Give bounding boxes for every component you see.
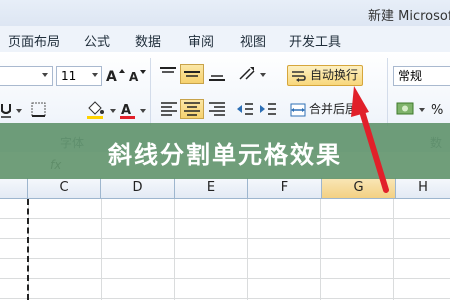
merge-center-label: 合并后居: [309, 102, 358, 116]
accounting-format-button[interactable]: [395, 99, 417, 119]
font-size-value: 11: [61, 69, 77, 83]
decrease-font-icon: A: [129, 70, 146, 84]
chevron-down-icon: [419, 108, 425, 112]
wrap-text-button[interactable]: 自动换行: [287, 65, 363, 86]
increase-indent-button[interactable]: [257, 99, 279, 119]
window-title: 新建 Microsof: [368, 9, 450, 24]
chevron-down-icon: [92, 73, 98, 77]
borders-icon: [31, 102, 46, 117]
number-format-value: 常规: [398, 69, 423, 83]
column-header-d[interactable]: D: [101, 178, 175, 198]
percent-icon: %: [431, 103, 443, 118]
wrap-text-icon: [292, 71, 306, 82]
chevron-down-icon: [260, 73, 266, 77]
accounting-format-dropdown[interactable]: [417, 99, 427, 119]
svg-text:%: %: [431, 103, 443, 118]
align-right-icon: [209, 102, 225, 116]
ribbon-tabs: 页面布局 公式 数据 审阅 视图 开发工具: [0, 26, 450, 53]
font-color-icon: A: [120, 103, 135, 119]
font-name-dropdown[interactable]: [0, 66, 53, 86]
svg-text:A: A: [129, 70, 139, 84]
title-bar: 新建 Microsof: [0, 0, 450, 26]
underline-icon: [1, 104, 11, 118]
underline-dropdown[interactable]: [14, 100, 24, 120]
tab-developer[interactable]: 开发工具: [289, 31, 341, 50]
caption-banner: 斜线分割单元格效果: [0, 123, 450, 179]
tab-view[interactable]: 视图: [240, 31, 266, 50]
svg-text:A: A: [106, 69, 117, 85]
group-separator: [150, 58, 151, 126]
tab-formulas[interactable]: 公式: [84, 31, 110, 50]
number-format-dropdown[interactable]: 常规: [393, 66, 450, 86]
decrease-font-button[interactable]: A: [126, 65, 148, 85]
align-middle-icon: [184, 71, 200, 77]
increase-font-icon: A: [106, 69, 125, 85]
merge-center-button[interactable]: 合并后居: [287, 99, 357, 120]
currency-icon: [396, 102, 414, 115]
tab-review[interactable]: 审阅: [188, 31, 214, 50]
align-left-icon: [161, 102, 177, 116]
decrease-indent-button[interactable]: [234, 99, 256, 119]
increase-font-button[interactable]: A: [104, 65, 126, 85]
fill-color-dropdown[interactable]: [108, 100, 118, 120]
borders-button[interactable]: [30, 100, 48, 120]
increase-indent-icon: [260, 103, 276, 115]
orientation-icon: [239, 67, 255, 80]
align-bottom-icon: [209, 75, 225, 81]
chevron-down-icon: [16, 109, 22, 113]
underline-button[interactable]: [0, 100, 12, 120]
font-color-dropdown[interactable]: [138, 100, 148, 120]
banner-text: 斜线分割单元格效果: [108, 141, 342, 169]
font-color-button[interactable]: A: [118, 100, 138, 120]
column-header-f[interactable]: F: [248, 178, 322, 198]
decrease-indent-icon: [237, 103, 253, 115]
page-break-line: [27, 199, 29, 300]
svg-text:A: A: [121, 103, 131, 118]
group-separator: [387, 58, 388, 126]
column-header-e[interactable]: E: [175, 178, 248, 198]
merge-cells-icon: [290, 103, 306, 117]
paint-bucket-icon: [87, 101, 104, 119]
wrap-text-label: 自动换行: [310, 68, 359, 82]
fill-color-button[interactable]: [84, 100, 108, 120]
chevron-down-icon: [110, 109, 116, 113]
align-left-button[interactable]: [158, 99, 180, 119]
align-center-icon: [184, 102, 200, 116]
column-header-h[interactable]: H: [396, 178, 450, 198]
cell-grid[interactable]: [0, 199, 450, 300]
chevron-down-icon: [140, 109, 146, 113]
tab-page-layout[interactable]: 页面布局: [8, 31, 60, 50]
align-right-button[interactable]: [206, 99, 228, 119]
percent-style-button[interactable]: %: [430, 99, 446, 119]
ribbon: 11 A A A 自动换行 合并后居 常规 %: [0, 52, 450, 131]
orientation-button[interactable]: [236, 64, 258, 84]
align-middle-button[interactable]: [180, 64, 204, 84]
column-header-g[interactable]: G: [322, 178, 396, 198]
align-top-icon: [160, 67, 176, 73]
font-size-dropdown[interactable]: 11: [56, 66, 102, 86]
align-bottom-button[interactable]: [206, 64, 228, 84]
align-center-button[interactable]: [180, 99, 204, 119]
column-headers: C D E F G H: [0, 178, 450, 199]
align-top-button[interactable]: [157, 64, 179, 84]
column-header-b[interactable]: [0, 178, 28, 198]
tab-data[interactable]: 数据: [135, 31, 161, 50]
column-header-c[interactable]: C: [28, 178, 101, 198]
orientation-dropdown[interactable]: [258, 64, 268, 84]
chevron-down-icon: [42, 73, 48, 77]
